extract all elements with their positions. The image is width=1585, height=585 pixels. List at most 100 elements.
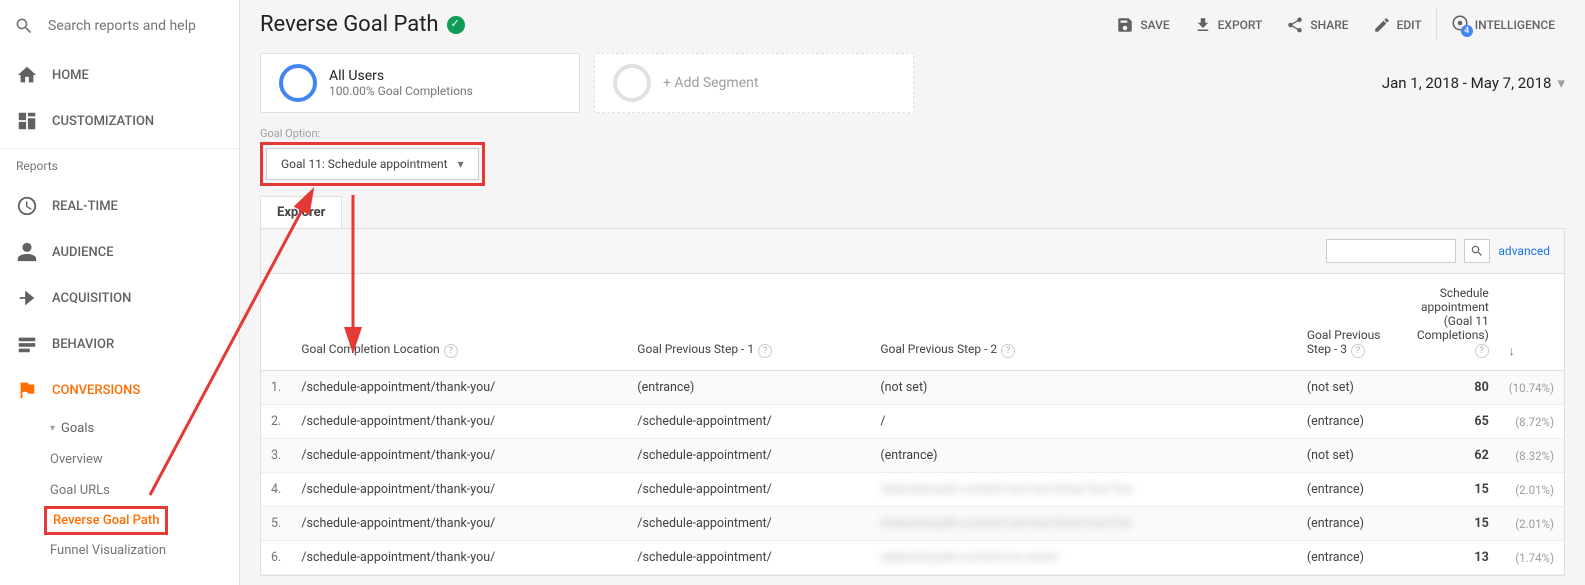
cell-value: 65	[1407, 405, 1499, 439]
cell-step2: redacted-path-content-six-seven	[870, 541, 1297, 575]
intelligence-button[interactable]: INTELLIGENCE	[1436, 8, 1565, 41]
cell-value: 13	[1407, 541, 1499, 575]
add-segment-label: + Add Segment	[663, 75, 758, 91]
segment-all-users[interactable]: All Users 100.00% Goal Completions	[260, 53, 580, 113]
search-icon	[1470, 244, 1484, 258]
help-icon[interactable]: ?	[1001, 344, 1015, 358]
intelligence-icon	[1451, 14, 1469, 35]
nav-acquisition[interactable]: ACQUISITION	[0, 275, 239, 321]
cell-location: /schedule-appointment/thank-you/	[291, 541, 627, 575]
advanced-link[interactable]: advanced	[1498, 244, 1550, 258]
table-row[interactable]: 1./schedule-appointment/thank-you/(entra…	[261, 371, 1564, 405]
sub-goal-urls[interactable]: Goal URLs	[0, 475, 239, 506]
goal-option-highlight: Goal 11: Schedule appointment ▾	[260, 142, 485, 186]
share-button[interactable]: SHARE	[1276, 10, 1358, 40]
nav-realtime[interactable]: REAL-TIME	[0, 183, 239, 229]
export-icon	[1194, 16, 1212, 34]
date-range-label: Jan 1, 2018 - May 7, 2018	[1382, 74, 1552, 92]
tab-explorer[interactable]: Explorer	[260, 196, 342, 228]
col-completions[interactable]: Schedule appointment (Goal 11 Completion…	[1407, 274, 1499, 371]
cell-pct: (1.74%)	[1499, 541, 1564, 575]
segments-row: All Users 100.00% Goal Completions + Add…	[240, 49, 1585, 123]
cell-location: /schedule-appointment/thank-you/	[291, 405, 627, 439]
behavior-icon	[16, 333, 38, 355]
chevron-down-icon: ▾	[458, 157, 464, 171]
col-step1[interactable]: Goal Previous Step - 1?	[627, 274, 870, 371]
table-row[interactable]: 4./schedule-appointment/thank-you//sched…	[261, 473, 1564, 507]
sub-goals[interactable]: Goals	[0, 413, 239, 444]
add-segment-circle-icon	[613, 64, 651, 102]
date-range-picker[interactable]: Jan 1, 2018 - May 7, 2018 ▾	[1382, 74, 1565, 92]
title-actions: SAVE EXPORT SHARE EDIT INTELLIGENCE	[1106, 8, 1565, 41]
sub-reverse-goal-path[interactable]: Reverse Goal Path	[53, 513, 159, 528]
cell-step2: redacted-path-content-one-two-three four…	[870, 473, 1297, 507]
nav-customization[interactable]: CUSTOMIZATION	[0, 98, 239, 144]
sub-funnel-visualization[interactable]: Funnel Visualization	[0, 535, 239, 566]
table-row[interactable]: 5./schedule-appointment/thank-you//sched…	[261, 507, 1564, 541]
row-index: 1.	[261, 371, 291, 405]
cell-step3: (entrance)	[1297, 405, 1407, 439]
cell-step1: /schedule-appointment/	[627, 439, 870, 473]
data-table: Goal Completion Location? Goal Previous …	[261, 274, 1564, 575]
col-step3[interactable]: Goal Previous Step - 3?	[1297, 274, 1407, 371]
sub-overview[interactable]: Overview	[0, 444, 239, 475]
nav-customization-label: CUSTOMIZATION	[52, 114, 154, 129]
nav-home-label: HOME	[52, 68, 89, 83]
chevron-down-icon: ▾	[1557, 74, 1565, 92]
goal-option-label: Goal Option:	[240, 123, 1585, 140]
nav-acquisition-label: ACQUISITION	[52, 291, 131, 306]
add-segment-button[interactable]: + Add Segment	[594, 53, 914, 113]
row-index: 5.	[261, 507, 291, 541]
nav-realtime-label: REAL-TIME	[52, 199, 118, 214]
goal-option-dropdown[interactable]: Goal 11: Schedule appointment ▾	[266, 148, 479, 180]
cell-location: /schedule-appointment/thank-you/	[291, 371, 627, 405]
cell-value: 15	[1407, 507, 1499, 541]
table-search-input[interactable]	[1326, 239, 1456, 263]
help-icon[interactable]: ?	[1475, 344, 1489, 358]
table-search-bar: advanced	[261, 229, 1564, 274]
reports-section-label: Reports	[0, 149, 239, 183]
help-icon[interactable]: ?	[758, 344, 772, 358]
cell-step3: (not set)	[1297, 371, 1407, 405]
nav-conversions[interactable]: CONVERSIONS	[0, 367, 239, 413]
explorer-pane: advanced Goal Completion Location? Goal …	[260, 228, 1565, 576]
cell-step1: /schedule-appointment/	[627, 507, 870, 541]
export-button[interactable]: EXPORT	[1184, 10, 1273, 40]
sort-arrow-down-icon[interactable]: ↓	[1509, 344, 1515, 358]
main-content: Reverse Goal Path SAVE EXPORT SHARE EDIT…	[240, 0, 1585, 585]
table-row[interactable]: 2./schedule-appointment/thank-you//sched…	[261, 405, 1564, 439]
cell-pct: (10.74%)	[1499, 371, 1564, 405]
nav-home[interactable]: HOME	[0, 52, 239, 98]
search-input[interactable]	[48, 18, 225, 34]
table-search-button[interactable]	[1464, 239, 1490, 263]
table-row[interactable]: 3./schedule-appointment/thank-you//sched…	[261, 439, 1564, 473]
cell-value: 62	[1407, 439, 1499, 473]
cell-step1: (entrance)	[627, 371, 870, 405]
row-index: 2.	[261, 405, 291, 439]
cell-step2: (entrance)	[870, 439, 1297, 473]
sidebar-search[interactable]	[0, 0, 239, 52]
help-icon[interactable]: ?	[1351, 344, 1365, 358]
nav-audience-label: AUDIENCE	[52, 245, 114, 260]
flag-icon	[16, 379, 38, 401]
col-step2[interactable]: Goal Previous Step - 2?	[870, 274, 1297, 371]
col-location[interactable]: Goal Completion Location?	[291, 274, 627, 371]
cell-step3: (not set)	[1297, 439, 1407, 473]
edit-icon	[1373, 16, 1391, 34]
cell-step1: /schedule-appointment/	[627, 473, 870, 507]
nav-behavior[interactable]: BEHAVIOR	[0, 321, 239, 367]
sub-reverse-goal-path-highlight: Reverse Goal Path	[44, 506, 168, 535]
cell-step1: /schedule-appointment/	[627, 405, 870, 439]
cell-step2: (not set)	[870, 371, 1297, 405]
nav-behavior-label: BEHAVIOR	[52, 337, 114, 352]
cell-step2: /	[870, 405, 1297, 439]
search-icon	[14, 16, 34, 36]
dashboard-icon	[16, 110, 38, 132]
nav-audience[interactable]: AUDIENCE	[0, 229, 239, 275]
save-button[interactable]: SAVE	[1106, 10, 1179, 40]
cell-step1: /schedule-appointment/	[627, 541, 870, 575]
help-icon[interactable]: ?	[444, 344, 458, 358]
edit-button[interactable]: EDIT	[1363, 10, 1432, 40]
cell-pct: (2.01%)	[1499, 507, 1564, 541]
table-row[interactable]: 6./schedule-appointment/thank-you//sched…	[261, 541, 1564, 575]
